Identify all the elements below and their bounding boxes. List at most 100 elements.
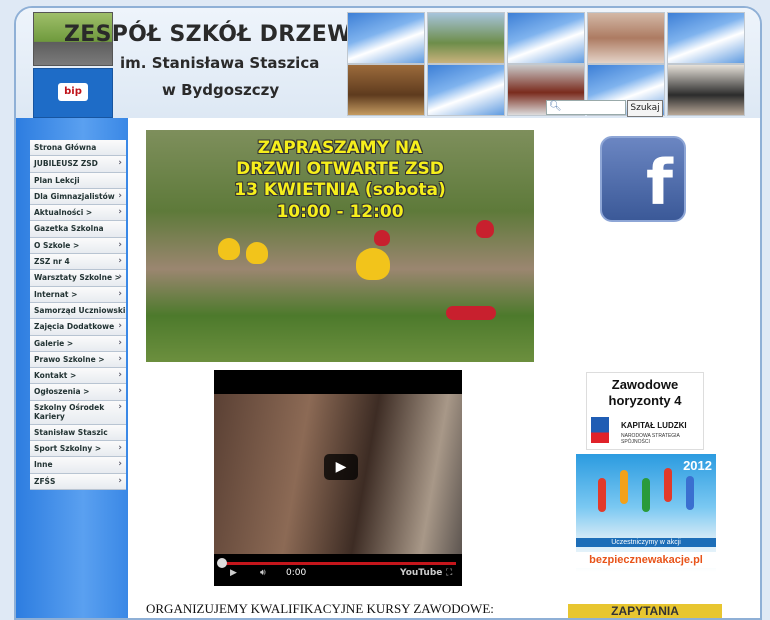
open-day-banner[interactable]: ZAPRASZAMY NA DRZWI OTWARTE ZSD 13 KWIET…	[146, 130, 534, 362]
chevron-right-icon: ›	[118, 256, 122, 267]
sidebar-item-label: ZFŚS	[34, 476, 56, 486]
sidebar-item[interactable]: Warsztaty Szkolne > ›	[30, 270, 126, 287]
zapytania-banner[interactable]: ZAPYTANIA	[568, 604, 722, 618]
chevron-right-icon: ›	[118, 288, 122, 299]
flower-bed	[446, 306, 496, 320]
bw-site: bezpiecznewakacje.pl	[576, 552, 716, 568]
sidebar-item[interactable]: Samorząd Uczniowski	[30, 302, 126, 320]
search-icon: 🔍︎	[549, 101, 562, 112]
tulip	[246, 242, 268, 264]
kl-subtitle: NARODOWA STRATEGIA SPÓJNOŚCI	[621, 433, 680, 445]
sidebar-item-label: JUBILEUSZ ZSD	[34, 159, 98, 169]
sidebar-item-label: Gazetka Szkolna	[34, 224, 104, 234]
zh-line1: Zawodowe	[611, 377, 679, 392]
header-photo-students	[587, 12, 665, 64]
sidebar-item[interactable]: Dla Gimnazjalistów ›	[30, 188, 126, 206]
sidebar-item[interactable]: Gazetka Szkolna	[30, 221, 126, 238]
progress-bar[interactable]	[220, 562, 456, 565]
sidebar-item-label: Sport Szkolny >	[34, 444, 102, 454]
banner-line4: 10:00 - 12:00	[276, 202, 404, 222]
chevron-right-icon: ›	[118, 386, 122, 397]
courses-heading: ORGANIZUJEMY KWALIFIKACYJNE KURSY ZAWODO…	[146, 601, 494, 616]
sidebar-item[interactable]: JUBILEUSZ ZSD ›	[30, 156, 126, 173]
progress-handle[interactable]	[217, 558, 227, 568]
play-control-icon[interactable]: ▶	[230, 568, 237, 578]
header-photo-sky	[507, 12, 585, 64]
tulip	[218, 238, 240, 260]
sidebar-item-label: Dla Gimnazjalistów	[34, 191, 115, 201]
bw-year: 2012	[683, 458, 712, 473]
jumping-kid	[664, 468, 672, 502]
sidebar-item[interactable]: Inne ›	[30, 457, 126, 474]
header-photo-camera	[667, 64, 745, 116]
sidebar-item[interactable]: Internat > ›	[30, 286, 126, 303]
bw-participate: Uczestniczymy w akcji	[576, 538, 716, 547]
tulip	[374, 230, 390, 246]
chevron-right-icon: ›	[118, 190, 122, 201]
chevron-right-icon: ›	[118, 337, 122, 348]
facebook-icon[interactable]: f	[600, 136, 686, 222]
sidebar-item[interactable]: Ogłoszenia > ›	[30, 384, 126, 401]
sidebar-item-label: Stanisław Staszic	[34, 427, 108, 437]
header-photo-sky	[427, 64, 505, 116]
sidebar-item[interactable]: Szkolny Ośrodek Kariery ›	[30, 400, 126, 425]
sidebar-item[interactable]: Galerie > ›	[30, 335, 126, 352]
sidebar-item-label: Warsztaty Szkolne >	[34, 273, 121, 283]
bezpieczne-wakacje-ad[interactable]: 2012 Uczestniczymy w akcji bezpiecznewak…	[576, 454, 716, 572]
chevron-right-icon: ›	[118, 239, 122, 250]
header-photo-horse	[427, 12, 505, 64]
sidebar-item[interactable]: Kontakt > ›	[30, 368, 126, 385]
chevron-right-icon: ›	[118, 443, 122, 454]
sidebar-item[interactable]: Prawo Szkolne > ›	[30, 351, 126, 369]
sidebar-item[interactable]: ZFŚS ›	[30, 473, 126, 490]
sidebar-item[interactable]: Plan Lekcji	[30, 172, 126, 189]
sidebar-item[interactable]: Stanisław Staszic	[30, 424, 126, 442]
chevron-right-icon: ›	[118, 158, 122, 169]
content-area: Strona Główna JUBILEUSZ ZSD › Plan Lekcji Dl…	[16, 118, 760, 618]
youtube-logo[interactable]: YouTube	[400, 568, 442, 578]
banner-line1: ZAPRASZAMY NA	[257, 138, 423, 158]
site-city: w Bydgoszczy	[162, 81, 280, 99]
fullscreen-icon[interactable]: ⛶	[446, 568, 452, 578]
sidebar-item[interactable]: Sport Szkolny > ›	[30, 441, 126, 458]
chevron-right-icon: ›	[118, 353, 122, 364]
search-button[interactable]: Szukaj	[627, 100, 663, 117]
sidebar-item-label: Plan Lekcji	[34, 175, 80, 185]
sidebar-item-label: Szkolny Ośrodek Kariery	[34, 402, 105, 421]
video-time: 0:00	[286, 568, 307, 578]
sidebar-item-label: Ogłoszenia >	[34, 387, 90, 397]
search-input[interactable]: 🔍︎	[546, 100, 626, 115]
video-player[interactable]: ▶ ▶ 🔊︎ 0:00 YouTube ⛶	[214, 370, 462, 586]
sidebar-item-label: Internat >	[34, 289, 78, 299]
jumping-kid	[620, 470, 628, 504]
header-photo-sky	[667, 12, 745, 64]
chevron-right-icon: ›	[118, 459, 122, 470]
sidebar-item[interactable]: O Szkole > ›	[30, 237, 126, 255]
facebook-glyph: f	[646, 146, 673, 219]
zh-line2: horyzonty 4	[608, 393, 682, 408]
header: bip ZESPÓŁ SZKÓŁ DRZEWNYCH im. Stanisław…	[16, 8, 760, 118]
sidebar-item[interactable]: Zajęcia Dodatkowe ›	[30, 319, 126, 336]
sidebar-item-label: Inne	[34, 460, 53, 470]
sidebar-item-label: Prawo Szkolne >	[34, 354, 105, 364]
bip-label: bip	[58, 83, 88, 101]
site-subtitle: im. Stanisława Staszica	[120, 54, 320, 72]
sidebar-item[interactable]: Strona Główna	[30, 140, 126, 157]
bip-logo[interactable]: bip	[33, 68, 113, 118]
sidebar-item[interactable]: Aktualności > ›	[30, 205, 126, 222]
chevron-right-icon: ›	[118, 272, 122, 283]
jumping-kid	[686, 476, 694, 510]
chevron-right-icon: ›	[118, 207, 122, 218]
sidebar-menu: Strona Główna JUBILEUSZ ZSD › Plan Lekcji Dl…	[30, 140, 126, 490]
volume-icon[interactable]: 🔊︎	[260, 568, 266, 578]
page-frame: bip ZESPÓŁ SZKÓŁ DRZEWNYCH im. Stanisław…	[14, 6, 762, 620]
header-photo-sky	[347, 12, 425, 64]
tulip	[476, 220, 494, 238]
sidebar-item[interactable]: ZSZ nr 4 ›	[30, 254, 126, 271]
zawodowe-horyzonty-ad[interactable]: Zawodowe horyzonty 4 KAPITAŁ LUDZKI NARO…	[586, 372, 704, 450]
kapital-ludzki-logo-icon	[591, 417, 609, 443]
jumping-kid	[598, 478, 606, 512]
play-icon[interactable]: ▶	[324, 454, 358, 480]
jumping-kid	[642, 478, 650, 512]
sidebar-item-label: Strona Główna	[34, 143, 97, 152]
